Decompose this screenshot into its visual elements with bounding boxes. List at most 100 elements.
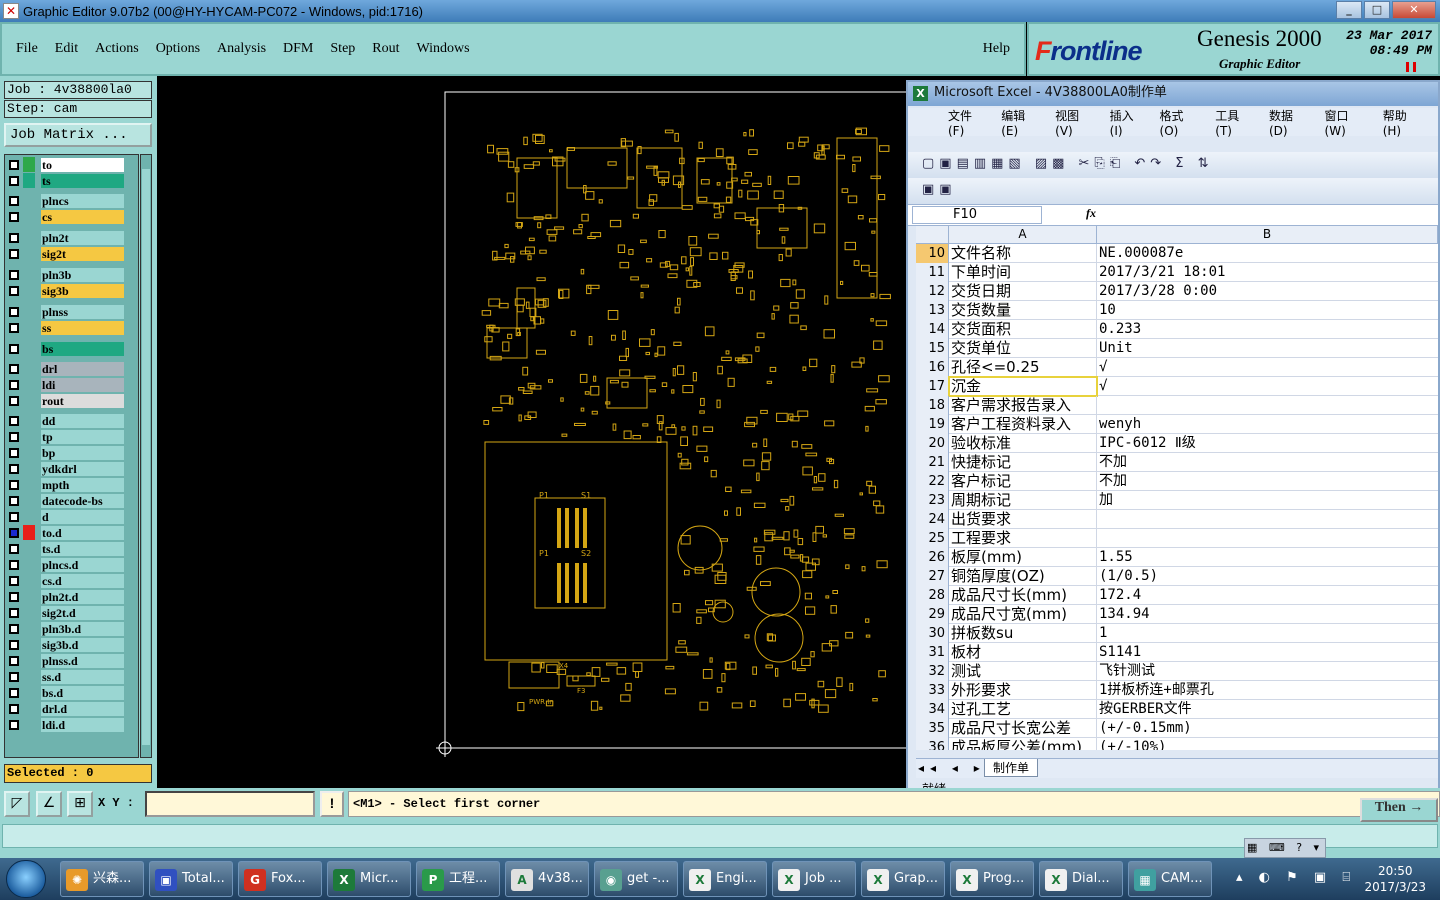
row-number[interactable]: 34 bbox=[916, 700, 949, 719]
minimize-button[interactable]: _ bbox=[1336, 1, 1362, 19]
cell-a[interactable]: 客户工程资料录入 bbox=[949, 415, 1097, 434]
layer-checkbox[interactable] bbox=[9, 431, 19, 442]
taskbar-item[interactable]: X Grap... bbox=[861, 861, 945, 897]
layer-checkbox[interactable] bbox=[9, 527, 19, 538]
row-number[interactable]: 11 bbox=[916, 263, 949, 282]
cell-b[interactable]: 飞针测试 bbox=[1097, 662, 1438, 681]
cell-a[interactable]: 沉金 bbox=[948, 376, 1098, 397]
cell-a[interactable]: 客户标记 bbox=[949, 472, 1097, 491]
cell-b[interactable]: 0.233 bbox=[1097, 320, 1438, 339]
layer-checkbox[interactable] bbox=[9, 703, 19, 714]
layer-name[interactable]: pln2t.d bbox=[41, 589, 124, 604]
cell-a[interactable]: 出货要求 bbox=[949, 510, 1097, 529]
cell-a[interactable]: 交货数量 bbox=[949, 301, 1097, 320]
taskbar-item[interactable]: ✺ 兴森... bbox=[60, 861, 144, 897]
layer-row[interactable]: bs bbox=[5, 341, 138, 356]
layer-checkbox[interactable] bbox=[9, 175, 19, 186]
layer-row[interactable]: ss bbox=[5, 320, 138, 335]
layer-row[interactable]: rout bbox=[5, 393, 138, 408]
cell-b[interactable] bbox=[1097, 510, 1438, 529]
layer-row[interactable]: mpth bbox=[5, 477, 138, 492]
cell-b[interactable]: 1 bbox=[1097, 624, 1438, 643]
cell-a[interactable]: 成品尺寸长(mm) bbox=[949, 586, 1097, 605]
cell-a[interactable]: 交货日期 bbox=[949, 282, 1097, 301]
cell-a[interactable]: 外形要求 bbox=[949, 681, 1097, 700]
cell-a[interactable]: 孔径<=0.25 bbox=[949, 358, 1097, 377]
cell-a[interactable]: 交货面积 bbox=[949, 320, 1097, 339]
layer-row[interactable]: drl bbox=[5, 361, 138, 376]
cell-b[interactable]: √ bbox=[1097, 358, 1438, 377]
layer-name[interactable]: datecode-bs bbox=[41, 493, 124, 508]
layer-row[interactable]: tp bbox=[5, 429, 138, 444]
row-number[interactable]: 25 bbox=[916, 529, 949, 548]
layer-checkbox[interactable] bbox=[9, 159, 19, 170]
layer-checkbox[interactable] bbox=[9, 687, 19, 698]
layer-row[interactable]: ldi.d bbox=[5, 717, 138, 732]
row-number[interactable]: 22 bbox=[916, 472, 949, 491]
window-title-bar[interactable]: ✕ Graphic Editor 9.07b2 (00@HY-HYCAM-PC0… bbox=[0, 0, 1440, 22]
layer-name[interactable]: ts bbox=[41, 173, 124, 188]
layer-name[interactable]: plnss bbox=[41, 304, 124, 319]
warning-button[interactable]: ! bbox=[320, 791, 344, 817]
row-number[interactable]: 20 bbox=[916, 434, 949, 453]
row-number[interactable]: 29 bbox=[916, 605, 949, 624]
cell-b[interactable]: IPC-6012 Ⅱ级 bbox=[1097, 434, 1438, 453]
layer-name[interactable]: sig2t bbox=[41, 246, 124, 261]
layer-checkbox[interactable] bbox=[9, 511, 19, 522]
layer-name[interactable]: plncs bbox=[41, 193, 124, 208]
layer-row[interactable]: sig3b bbox=[5, 283, 138, 298]
layer-name[interactable]: ss.d bbox=[41, 669, 124, 684]
row-number[interactable]: 12 bbox=[916, 282, 949, 301]
layer-name[interactable]: ss bbox=[41, 320, 124, 335]
layer-checkbox[interactable] bbox=[9, 463, 19, 474]
layer-checkbox[interactable] bbox=[9, 269, 19, 280]
tray-icons[interactable]: ▴ ◐ ⚑ ▣ ⌸ bbox=[1236, 870, 1356, 885]
menu-edit[interactable]: Edit bbox=[55, 41, 78, 57]
zoom-area-icon[interactable]: ◸ bbox=[4, 791, 30, 817]
measure-icon[interactable]: ∠ bbox=[36, 791, 62, 817]
layer-name[interactable]: drl.d bbox=[41, 701, 124, 716]
cell-b[interactable]: Unit bbox=[1097, 339, 1438, 358]
layer-row[interactable]: plnss.d bbox=[5, 653, 138, 668]
cell-a[interactable]: 验收标准 bbox=[949, 434, 1097, 453]
excel-menu-help[interactable]: 帮助(H) bbox=[1383, 107, 1425, 138]
input-method-widget[interactable]: ▦ ⌨ ? ▾ bbox=[1244, 838, 1326, 858]
layer-name[interactable]: bs bbox=[41, 341, 124, 356]
layer-checkbox[interactable] bbox=[9, 322, 19, 333]
excel-title-bar[interactable]: X Microsoft Excel - 4V38800LA0制作单 bbox=[908, 82, 1438, 106]
menu-rout[interactable]: Rout bbox=[372, 41, 399, 57]
menu-dfm[interactable]: DFM bbox=[283, 41, 313, 57]
row-number[interactable]: 19 bbox=[916, 415, 949, 434]
layer-checkbox[interactable] bbox=[9, 415, 19, 426]
layer-name[interactable]: mpth bbox=[41, 477, 124, 492]
close-button[interactable]: ✕ bbox=[1392, 1, 1436, 19]
cell-b[interactable]: 134.94 bbox=[1097, 605, 1438, 624]
layer-row[interactable]: pln3b.d bbox=[5, 621, 138, 636]
layer-checkbox[interactable] bbox=[9, 395, 19, 406]
name-box[interactable]: F10 bbox=[912, 206, 1042, 224]
layer-checkbox[interactable] bbox=[9, 543, 19, 554]
cell-b[interactable]: 2017/3/21 18:01 bbox=[1097, 263, 1438, 282]
layer-checkbox[interactable] bbox=[9, 447, 19, 458]
excel-menu-window[interactable]: 窗口(W) bbox=[1325, 107, 1370, 138]
menu-actions[interactable]: Actions bbox=[95, 41, 139, 57]
menu-help[interactable]: Help bbox=[983, 41, 1010, 57]
cell-a[interactable]: 铜箔厚度(OZ) bbox=[949, 567, 1097, 586]
layer-name[interactable]: cs bbox=[41, 209, 124, 224]
layer-row[interactable]: dd bbox=[5, 413, 138, 428]
menu-file[interactable]: File bbox=[16, 41, 38, 57]
layer-row[interactable]: ts bbox=[5, 173, 138, 188]
cell-b[interactable]: 加 bbox=[1097, 491, 1438, 510]
cell-b[interactable]: 不加 bbox=[1097, 472, 1438, 491]
layer-name[interactable]: d bbox=[41, 509, 124, 524]
row-number[interactable]: 16 bbox=[916, 358, 949, 377]
layer-row[interactable]: d bbox=[5, 509, 138, 524]
layer-row[interactable]: plncs bbox=[5, 193, 138, 208]
menu-analysis[interactable]: Analysis bbox=[217, 41, 266, 57]
maximize-button[interactable]: □ bbox=[1364, 1, 1390, 19]
cell-b[interactable]: 不加 bbox=[1097, 453, 1438, 472]
excel-menu-file[interactable]: 文件(F) bbox=[948, 107, 988, 138]
excel-menu-format[interactable]: 格式(O) bbox=[1160, 107, 1203, 138]
layer-name[interactable]: bs.d bbox=[41, 685, 124, 700]
layer-row[interactable]: pln2t bbox=[5, 230, 138, 245]
